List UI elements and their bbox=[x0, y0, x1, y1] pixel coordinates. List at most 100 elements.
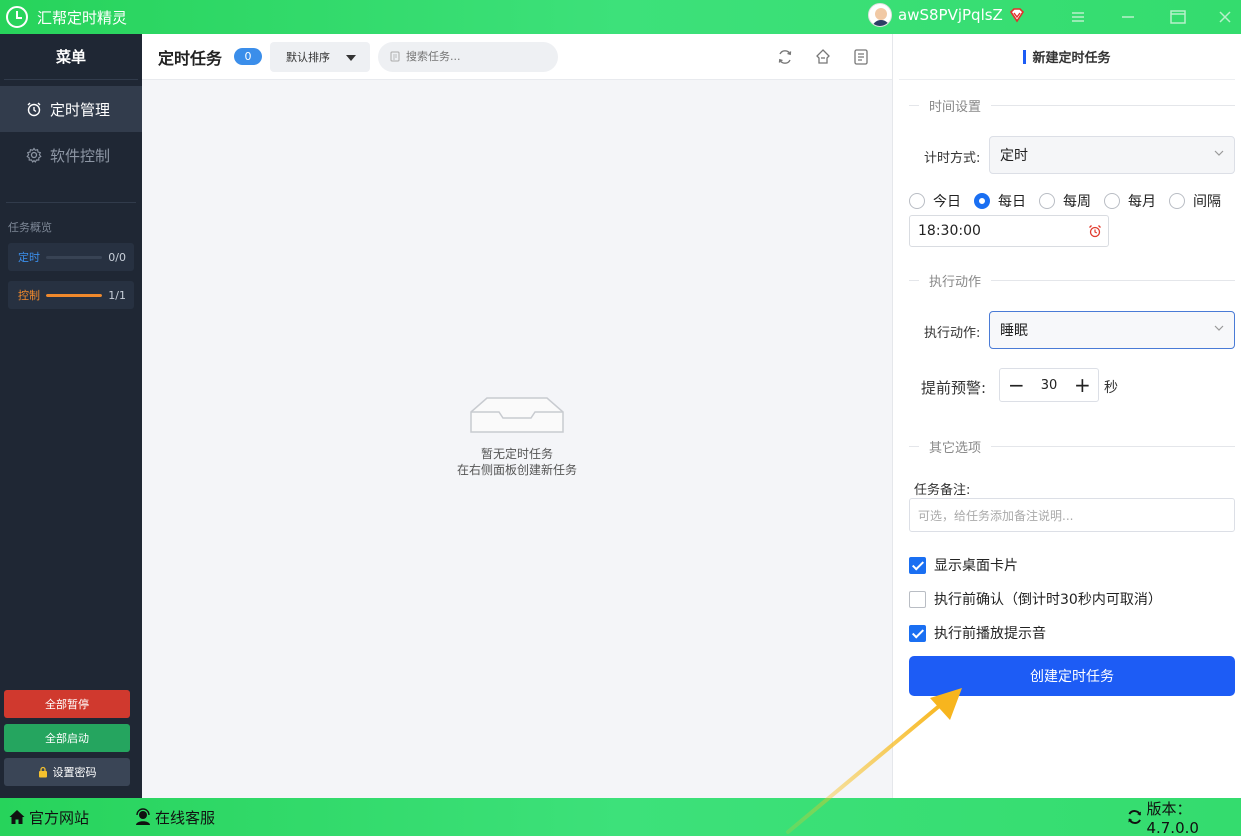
alarm-clock-icon bbox=[27, 102, 41, 117]
task-count-badge: 0 bbox=[234, 48, 263, 65]
online-support-label: 在线客服 bbox=[155, 808, 216, 827]
timing-mode-select[interactable]: 定时 bbox=[989, 136, 1235, 174]
radio-label: 每周 bbox=[1063, 194, 1091, 210]
sidebar-header: 菜单 bbox=[4, 34, 138, 80]
radio-daily[interactable]: 每日 bbox=[974, 191, 1026, 211]
checkbox[interactable] bbox=[909, 624, 926, 642]
set-password-button[interactable]: 设置密码 bbox=[4, 758, 130, 786]
radio-circle[interactable] bbox=[909, 193, 925, 209]
pause-all-button[interactable]: 全部暂停 bbox=[4, 690, 130, 718]
menu-icon[interactable] bbox=[1058, 0, 1098, 34]
start-all-button[interactable]: 全部启动 bbox=[4, 724, 130, 752]
gear-icon bbox=[26, 147, 42, 163]
radio-monthly[interactable]: 每月 bbox=[1104, 191, 1156, 211]
close-icon[interactable] bbox=[1205, 0, 1241, 34]
nav-item-software-control[interactable]: 软件控制 bbox=[0, 132, 142, 178]
action-select[interactable]: 睡眠 bbox=[989, 311, 1235, 349]
alarm-clock-icon[interactable] bbox=[1088, 224, 1102, 238]
action-value: 睡眠 bbox=[1000, 323, 1028, 339]
overview-progress-fill bbox=[46, 293, 103, 297]
create-task-button[interactable]: 创建定时任务 bbox=[909, 656, 1235, 696]
warning-value[interactable]: 30 bbox=[1041, 378, 1058, 393]
empty-inbox-icon bbox=[470, 397, 564, 433]
note-input[interactable]: 可选，给任务添加备注说明... bbox=[909, 498, 1235, 532]
option-play-sound[interactable]: 执行前播放提示音 bbox=[909, 623, 1046, 643]
section-label: 执行动作 bbox=[929, 275, 982, 290]
overview-title: 任务概览 bbox=[8, 221, 52, 234]
radio-label: 每日 bbox=[998, 194, 1026, 210]
official-website-label: 官方网站 bbox=[29, 808, 90, 827]
checkbox[interactable] bbox=[909, 556, 926, 574]
nav-item-schedule[interactable]: 定时管理 bbox=[0, 86, 142, 132]
refresh-icon bbox=[1128, 810, 1142, 824]
option-show-desktop-card[interactable]: 显示桌面卡片 bbox=[909, 555, 1018, 575]
overview-progress-bar bbox=[46, 293, 103, 297]
user-account[interactable]: awS8PVjPqlsZ bbox=[868, 3, 1025, 27]
official-website-link[interactable]: 官方网站 bbox=[8, 807, 89, 828]
title-bar: 汇帮定时精灵 awS8PVjPqlsZ bbox=[0, 0, 1241, 34]
minimize-icon[interactable] bbox=[1108, 0, 1148, 34]
overview-count: 1/1 bbox=[108, 288, 126, 302]
overview-progress-bar bbox=[46, 255, 103, 259]
radio-label: 间隔 bbox=[1193, 194, 1221, 210]
log-icon[interactable] bbox=[852, 48, 870, 66]
sidebar: 菜单 定时管理 软件控制 任务概览 定时 0/0 控制 1/1 全部暂停 全部启… bbox=[0, 34, 142, 798]
option-confirm-before-run[interactable]: 执行前确认（倒计时30秒内可取消） bbox=[909, 589, 1162, 609]
set-password-label: 设置密码 bbox=[52, 766, 97, 779]
overview-control-card: 控制 1/1 bbox=[8, 281, 134, 309]
empty-state-title: 暂无定时任务 bbox=[480, 447, 553, 461]
overview-label: 控制 bbox=[18, 289, 40, 302]
home-icon bbox=[9, 810, 25, 824]
search-box[interactable] bbox=[378, 41, 559, 72]
action-label: 执行动作: bbox=[924, 326, 981, 341]
section-label: 时间设置 bbox=[929, 100, 982, 115]
radio-circle[interactable] bbox=[1169, 193, 1185, 209]
chevron-down-icon bbox=[1214, 325, 1224, 331]
decrement-button[interactable]: − bbox=[1008, 375, 1025, 395]
section-action: 执行动作 bbox=[909, 271, 1235, 290]
user-name[interactable]: awS8PVjPqlsZ bbox=[898, 6, 1003, 24]
caret-down-icon bbox=[346, 54, 357, 61]
section-time-settings: 时间设置 bbox=[909, 96, 1235, 115]
header-accent-bar bbox=[1023, 49, 1027, 64]
option-label: 显示桌面卡片 bbox=[934, 558, 1018, 574]
timing-mode-label: 计时方式: bbox=[924, 151, 981, 166]
radio-label: 今日 bbox=[933, 194, 961, 210]
increment-button[interactable]: + bbox=[1074, 375, 1091, 395]
checkbox[interactable] bbox=[909, 590, 926, 608]
radio-weekly[interactable]: 每周 bbox=[1039, 191, 1091, 211]
warning-label: 提前预警: bbox=[921, 379, 987, 397]
radio-circle[interactable] bbox=[1104, 193, 1120, 209]
online-support-link[interactable]: 在线客服 bbox=[134, 807, 215, 828]
timing-mode-value: 定时 bbox=[1000, 148, 1028, 164]
frequency-radio-group: 今日 每日 每周 每月 间隔 bbox=[909, 191, 1234, 211]
document-search-icon bbox=[390, 51, 400, 62]
radio-circle[interactable] bbox=[974, 193, 990, 209]
section-other-options: 其它选项 bbox=[909, 437, 1235, 456]
panel-header: 新建定时任务 bbox=[899, 34, 1235, 80]
warning-stepper[interactable]: − 30 + bbox=[999, 368, 1099, 402]
user-avatar[interactable] bbox=[868, 3, 892, 27]
sort-dropdown[interactable]: 默认排序 bbox=[270, 41, 371, 72]
search-input[interactable] bbox=[406, 50, 547, 63]
radio-interval[interactable]: 间隔 bbox=[1169, 191, 1221, 211]
sidebar-divider bbox=[6, 202, 136, 203]
overview-timer-card: 定时 0/0 bbox=[8, 243, 134, 271]
radio-circle[interactable] bbox=[1039, 193, 1055, 209]
version-info[interactable]: 版本：4.7.0.0 bbox=[1126, 798, 1241, 836]
customer-service-icon bbox=[136, 808, 151, 825]
sort-label: 默认排序 bbox=[286, 50, 331, 64]
option-label: 执行前确认（倒计时30秒内可取消） bbox=[934, 592, 1162, 608]
page-title: 定时任务 bbox=[158, 48, 223, 68]
option-label: 执行前播放提示音 bbox=[934, 626, 1046, 642]
refresh-icon[interactable] bbox=[776, 48, 794, 66]
new-task-panel: 新建定时任务 时间设置 计时方式: 定时 今日 每日 每周 每月 间隔 18:3… bbox=[892, 34, 1241, 798]
clear-icon[interactable] bbox=[814, 48, 832, 66]
time-input[interactable]: 18:30:00 bbox=[909, 215, 1109, 247]
vip-diamond-icon bbox=[1009, 8, 1024, 23]
task-list-toolbar: 定时任务 0 默认排序 bbox=[142, 34, 892, 80]
maximize-icon[interactable] bbox=[1158, 0, 1198, 34]
panel-title: 新建定时任务 bbox=[1032, 51, 1111, 66]
note-label: 任务备注: bbox=[914, 483, 971, 498]
radio-today[interactable]: 今日 bbox=[909, 191, 961, 211]
